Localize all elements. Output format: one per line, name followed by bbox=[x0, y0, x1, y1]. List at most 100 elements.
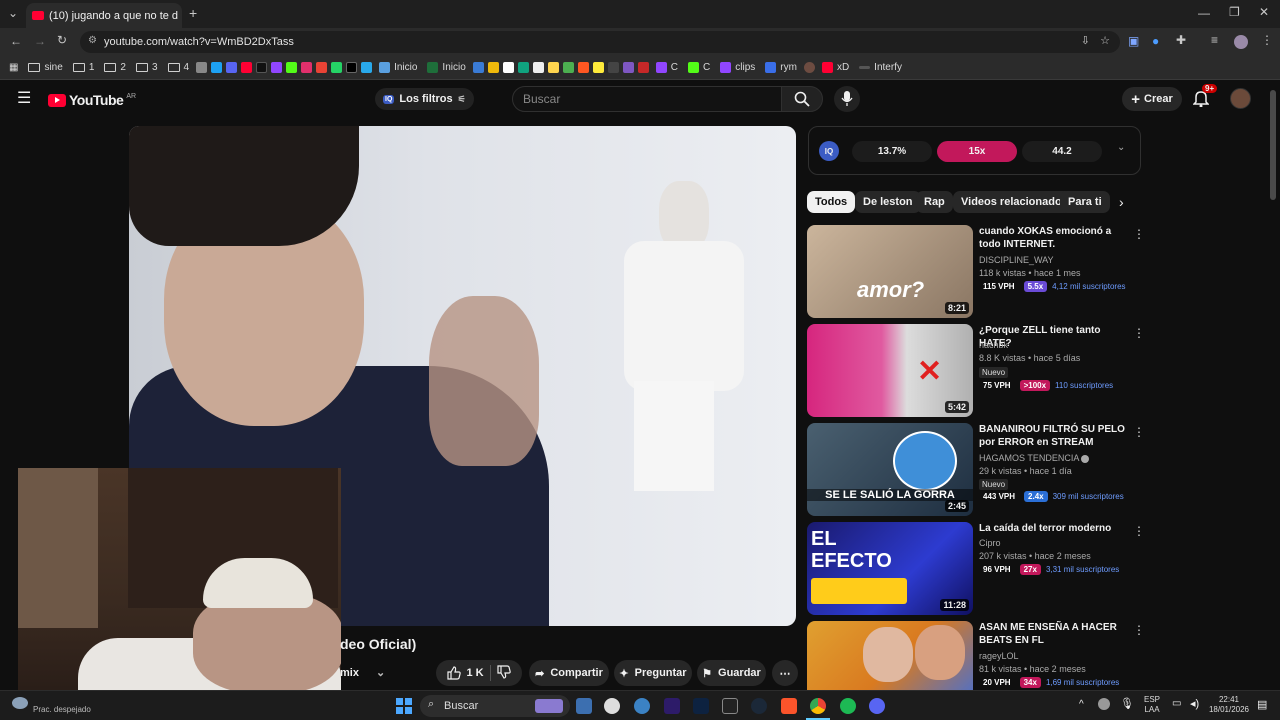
telegram-icon[interactable] bbox=[361, 62, 373, 73]
bookmark-folder[interactable]: 1 bbox=[70, 58, 98, 78]
chevron-down-icon[interactable]: ⌄ bbox=[1117, 142, 1125, 153]
language-indicator[interactable]: ESP LAA bbox=[1140, 695, 1164, 715]
video-title-link[interactable]: La caída del terror moderno bbox=[979, 522, 1129, 535]
video-thumbnail[interactable]: amor? 8:21 bbox=[807, 225, 973, 318]
bookmark-icon[interactable] bbox=[607, 62, 619, 73]
chevron-right-icon[interactable]: › bbox=[1119, 194, 1124, 210]
video-thumbnail[interactable]: ✕ 5:42 bbox=[807, 324, 973, 417]
bookmark-icon[interactable] bbox=[487, 62, 499, 73]
bookmark-icon[interactable] bbox=[577, 62, 589, 73]
remix-label[interactable]: mix ⌄ bbox=[340, 666, 385, 679]
tab-youtube[interactable]: (10) jugando a que no te d ◂ ✕ bbox=[26, 3, 182, 28]
mic-tray-icon[interactable]: 🎙 bbox=[1120, 697, 1134, 710]
like-button[interactable]: 1 K bbox=[447, 666, 484, 680]
bookmark-folder[interactable]: 2 bbox=[101, 58, 129, 78]
dislike-button[interactable] bbox=[496, 664, 511, 682]
extension-icon[interactable]: ● bbox=[1152, 34, 1159, 48]
video-title-link[interactable]: cuando XOKAS emocionó a todo INTERNET. bbox=[979, 225, 1129, 251]
bookmark-inicio[interactable]: Inicio bbox=[376, 58, 420, 78]
bookmark-icon[interactable] bbox=[562, 62, 574, 73]
premiere-icon[interactable] bbox=[664, 698, 680, 714]
media-icon[interactable]: ≡ bbox=[1211, 33, 1218, 47]
bookmark-folder[interactable]: 3 bbox=[133, 58, 161, 78]
brave-icon[interactable] bbox=[781, 698, 797, 714]
install-icon[interactable]: ⇩ bbox=[1081, 34, 1090, 47]
video-thumbnail[interactable] bbox=[807, 621, 973, 690]
reload-icon[interactable]: ↻ bbox=[57, 33, 67, 47]
channel-name[interactable]: Cipro bbox=[979, 538, 1001, 548]
video-title-link[interactable]: ASAN ME ENSEÑA A HACER BEATS EN FL bbox=[979, 621, 1129, 647]
tiktok-icon[interactable] bbox=[256, 62, 268, 73]
bookmark-icon[interactable] bbox=[502, 62, 514, 73]
github-icon[interactable] bbox=[604, 698, 620, 714]
more-vertical-icon[interactable]: ⋮ bbox=[1133, 623, 1145, 637]
clock[interactable]: 22:41 18/01/2026 bbox=[1206, 695, 1252, 715]
epic-games-icon[interactable] bbox=[722, 698, 738, 714]
bookmark-icon[interactable] bbox=[211, 62, 223, 73]
share-button[interactable]: ➦ Compartir bbox=[529, 660, 609, 686]
youtube-logo[interactable]: YouTube AR bbox=[48, 92, 136, 108]
recommendation-card[interactable]: SE LE SALIÓ LA GORRA 2:45 BANANIROU FILT… bbox=[807, 423, 1147, 518]
more-vertical-icon[interactable]: ⋮ bbox=[1133, 524, 1145, 538]
chip-todos[interactable]: Todos bbox=[807, 191, 856, 213]
bookmark-icon[interactable] bbox=[592, 62, 604, 73]
bookmark-inicio-2[interactable]: Inicio bbox=[424, 58, 468, 78]
back-icon[interactable]: ← bbox=[10, 34, 22, 48]
discord-icon[interactable] bbox=[869, 698, 885, 714]
bookmark-icon[interactable] bbox=[517, 62, 529, 73]
twitch-icon[interactable] bbox=[271, 62, 283, 73]
recommendation-card[interactable]: ASAN ME ENSEÑA A HACER BEATS EN FL ragey… bbox=[807, 621, 1147, 690]
apps-grid-icon[interactable]: ▦ bbox=[6, 58, 21, 78]
tray-app-icon[interactable] bbox=[1098, 698, 1110, 710]
minimize-icon[interactable]: — bbox=[1198, 6, 1210, 20]
restore-icon[interactable]: ❐ bbox=[1229, 5, 1240, 19]
notifications-button[interactable]: 9+ bbox=[1192, 84, 1218, 112]
site-info-icon[interactable]: ⚙ bbox=[88, 35, 97, 46]
gmail-icon[interactable] bbox=[316, 62, 328, 73]
menu-dots-icon[interactable]: ⋮ bbox=[1261, 33, 1273, 47]
taskbar-search[interactable]: ⌕ Buscar bbox=[420, 695, 570, 717]
bookmark-star-icon[interactable]: ☆ bbox=[1100, 34, 1110, 47]
chip-para-ti[interactable]: Para ti bbox=[1060, 191, 1110, 213]
channel-name[interactable]: DISCIPLINE_WAY bbox=[979, 255, 1054, 265]
hamburger-menu-icon[interactable]: ☰ bbox=[17, 88, 31, 108]
weather-icon[interactable] bbox=[12, 697, 28, 709]
bookmark-icon[interactable] bbox=[803, 62, 815, 73]
video-title-link[interactable]: BANANIROU FILTRÓ SU PELO por ERROR en ST… bbox=[979, 423, 1129, 449]
bookmark-icon[interactable] bbox=[196, 62, 208, 73]
search-button[interactable] bbox=[781, 86, 823, 112]
chip-rap[interactable]: Rap bbox=[916, 191, 953, 213]
chrome-icon[interactable] bbox=[810, 698, 826, 714]
account-avatar[interactable] bbox=[1230, 88, 1251, 109]
extensions-puzzle-icon[interactable]: ✚ bbox=[1176, 33, 1186, 47]
network-icon[interactable]: ▭ bbox=[1172, 698, 1181, 709]
tab-search-icon[interactable]: ⌄ bbox=[8, 6, 18, 20]
ask-button[interactable]: ✦ Preguntar bbox=[614, 660, 692, 686]
bookmark-folder[interactable]: 4 bbox=[165, 58, 193, 78]
bookmark-c[interactable]: C bbox=[653, 58, 681, 78]
steam-icon[interactable] bbox=[751, 698, 767, 714]
channel-name[interactable]: HAGAMOS TENDENCIA bbox=[979, 453, 1090, 463]
bookmark-clips[interactable]: clips bbox=[717, 58, 758, 78]
more-vertical-icon[interactable]: ⋮ bbox=[1133, 326, 1145, 340]
x-icon[interactable] bbox=[346, 62, 358, 73]
recommendation-card[interactable]: ✕ 5:42 ¿Porque ZELL tiene tanto HATE? na… bbox=[807, 324, 1147, 419]
more-vertical-icon[interactable]: ⋮ bbox=[1133, 425, 1145, 439]
bookmark-icon[interactable] bbox=[472, 62, 484, 73]
voice-search-button[interactable] bbox=[834, 86, 860, 112]
forward-icon[interactable]: → bbox=[34, 34, 46, 48]
channel-name[interactable]: nachbk bbox=[979, 340, 1008, 350]
chip-de-leston[interactable]: De leston bbox=[855, 191, 921, 213]
video-thumbnail[interactable]: EL EFECTO 11:28 bbox=[807, 522, 973, 615]
url-field[interactable]: ⚙ youtube.com/watch?v=WmBD2DxTass ⇩ ☆ bbox=[80, 31, 1120, 53]
instagram-icon[interactable] bbox=[301, 62, 313, 73]
task-view-icon[interactable] bbox=[576, 698, 592, 714]
bookmark-icon[interactable] bbox=[547, 62, 559, 73]
filters-button[interactable]: IQ Los filtros ⚟ bbox=[375, 88, 474, 110]
page-scrollbar[interactable] bbox=[1270, 90, 1276, 200]
bookmark-interfy[interactable]: Interfy bbox=[856, 58, 905, 78]
photoshop-icon[interactable] bbox=[693, 698, 709, 714]
recommendation-card[interactable]: EL EFECTO 11:28 La caída del terror mode… bbox=[807, 522, 1147, 617]
spotify-icon[interactable] bbox=[840, 698, 856, 714]
more-vertical-icon[interactable]: ⋮ bbox=[1133, 227, 1145, 241]
